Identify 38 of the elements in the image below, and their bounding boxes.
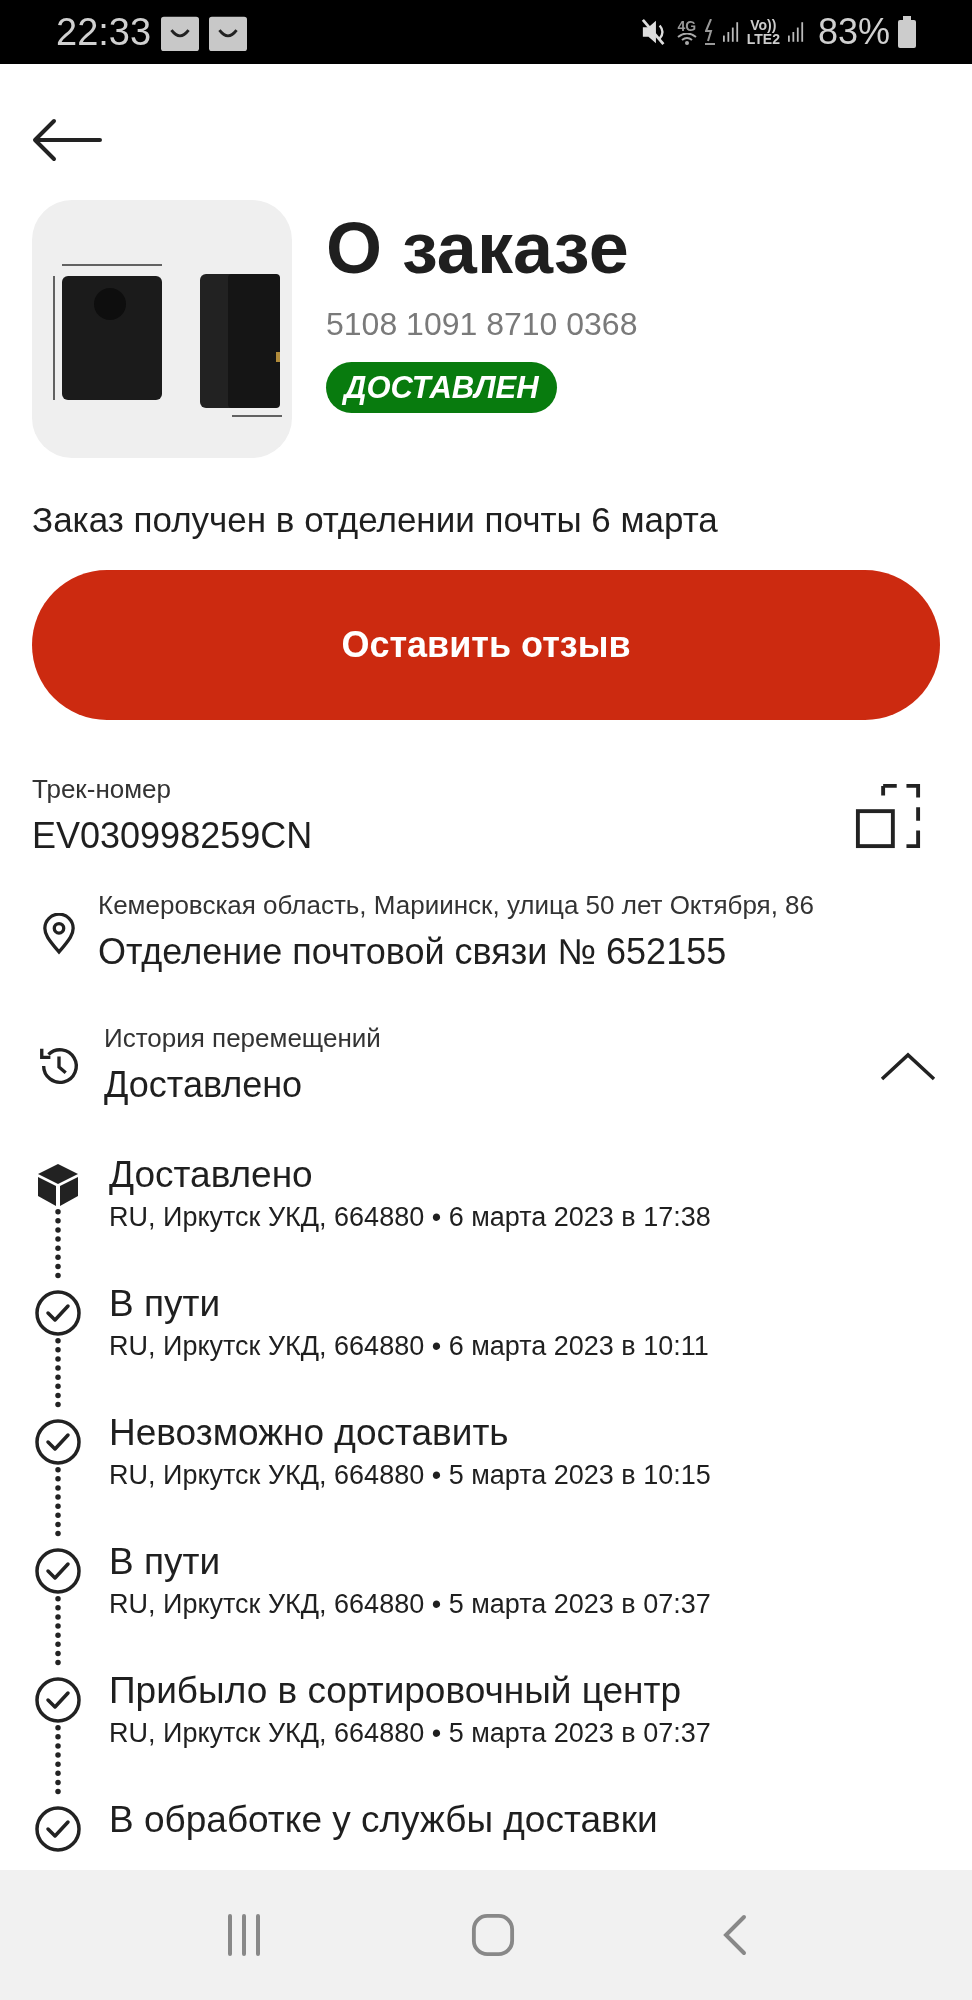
event-details: RU, Иркутск УКД, 664880 • 5 марта 2023 в 07:37 <box>109 1587 711 1621</box>
back-nav-button[interactable] <box>722 1914 749 1956</box>
history-current-status: Доставлено <box>104 1063 304 1108</box>
order-number: 5108 1091 8710 0368 <box>326 305 638 344</box>
post-office-name: Отделение почтовой связи № 652155 <box>98 930 728 975</box>
location-pin-icon <box>42 913 76 955</box>
page-title: О заказе <box>326 212 629 284</box>
review-button[interactable]: Оставить отзыв <box>32 569 940 720</box>
status-badge: ДОСТАВЛЕН <box>326 362 557 413</box>
event-details: RU, Иркутск УКД, 664880 • 5 марта 2023 в 10:15 <box>109 1458 711 1492</box>
event-details: RU, Иркутск УКД, 664880 • 5 марта 2023 в 07:37 <box>109 1716 711 1750</box>
signal-icon <box>722 22 739 42</box>
clock: 22:33 <box>56 9 152 55</box>
tracking-label: Трек-номер <box>32 772 172 806</box>
event-title: Невозможно доставить <box>109 1411 510 1456</box>
charging-icon <box>704 19 715 45</box>
wifi-icon <box>676 33 697 45</box>
event-details: RU, Иркутск УКД, 664880 • 6 марта 2023 в 10:11 <box>109 1329 709 1363</box>
battery-icon <box>898 16 916 48</box>
signal-icon <box>787 22 804 42</box>
copy-button[interactable] <box>854 782 922 851</box>
network-label: 4G <box>677 19 697 33</box>
back-button[interactable] <box>32 118 102 162</box>
event-title: В обработке у службы доставки <box>109 1798 658 1843</box>
history-label: История перемещений <box>104 1022 382 1056</box>
event-title: В пути <box>109 1282 222 1327</box>
collapse-button[interactable] <box>880 1050 936 1081</box>
event-title: Прибыло в сортировочный центр <box>109 1669 683 1714</box>
tracking-number: EV030998259CN <box>32 813 313 858</box>
event-title: В пути <box>109 1540 222 1585</box>
home-button[interactable] <box>471 1913 515 1957</box>
pickup-address: Кемеровская область, Мариинск, улица 50 лет Октября, 86 <box>98 888 815 922</box>
lte-label: LTE2 <box>746 32 780 46</box>
battery-percentage: 83% <box>817 10 890 54</box>
volte-label: Vo)) <box>750 18 777 32</box>
event-details: RU, Иркутск УКД, 664880 • 6 марта 2023 в 17:38 <box>109 1200 711 1234</box>
event-title: Доставлено <box>109 1153 314 1198</box>
order-message: Заказ получен в отделении почты 6 марта <box>32 499 719 541</box>
